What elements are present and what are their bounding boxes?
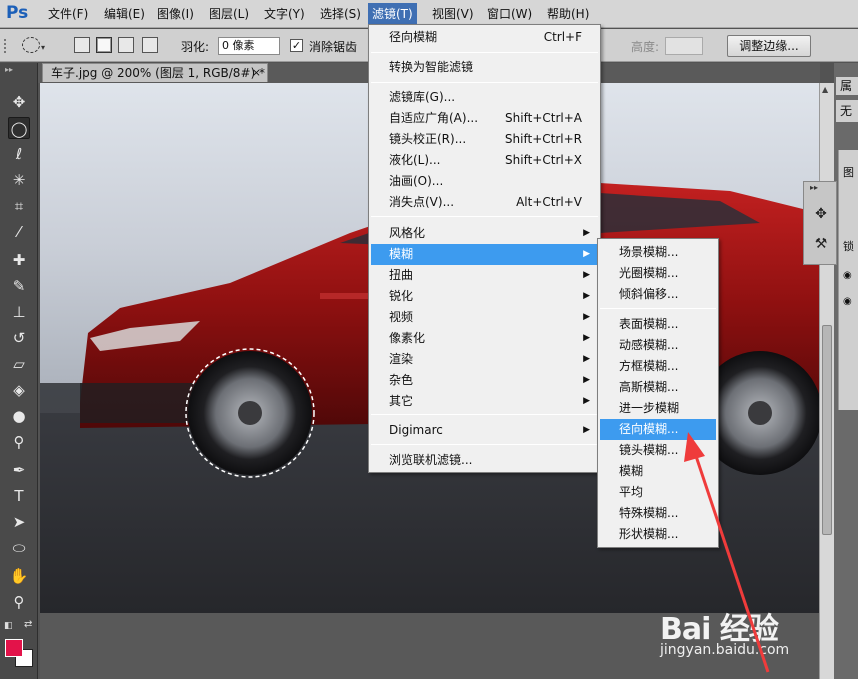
annotation-arrow [684,432,770,673]
